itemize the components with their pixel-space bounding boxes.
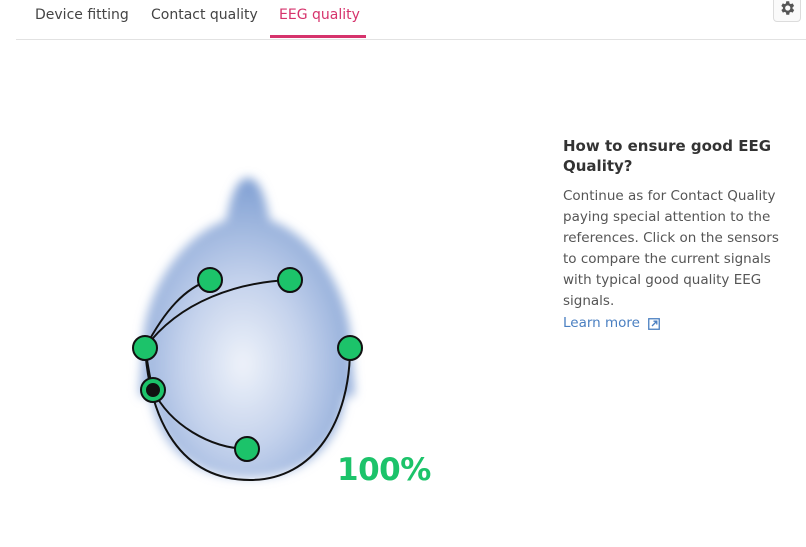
sensor-electrode[interactable] [197,267,223,293]
tab-bar: Device fitting Contact quality EEG quali… [16,0,806,40]
info-panel: How to ensure good EEG Quality? Continue… [563,136,783,334]
external-link-icon [648,317,660,330]
tab-device-fitting[interactable]: Device fitting [35,7,129,39]
tab-contact-quality[interactable]: Contact quality [151,7,258,39]
info-body: Continue as for Contact Quality paying s… [563,188,779,309]
sensor-electrode[interactable] [277,267,303,293]
settings-button[interactable] [773,0,801,22]
sensor-electrode[interactable] [337,335,363,361]
head-silhouette [139,178,355,478]
gear-icon [781,1,795,15]
sensor-electrode[interactable] [132,335,158,361]
learn-more-link[interactable]: Learn more [563,313,660,334]
eeg-quality-score: 100% [337,452,431,488]
reference-dot [146,383,160,397]
learn-more-label: Learn more [563,315,640,331]
info-title: How to ensure good EEG Quality? [563,137,772,175]
active-tab-indicator [270,35,366,38]
sensor-electrode[interactable] [234,436,260,462]
